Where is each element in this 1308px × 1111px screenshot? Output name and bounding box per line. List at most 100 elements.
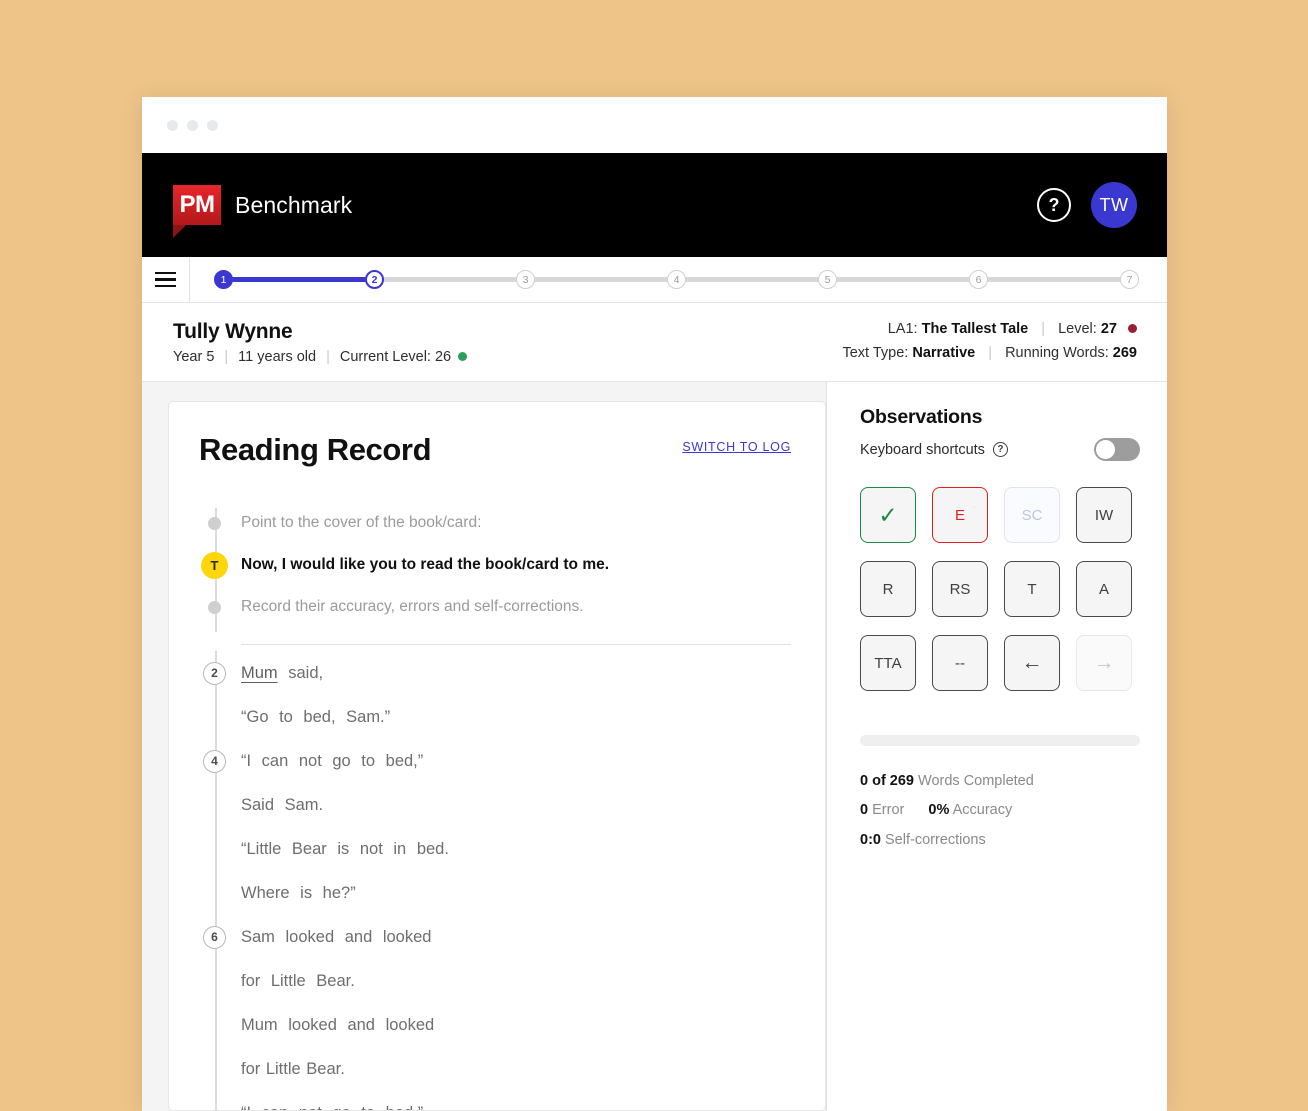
app-header: PM Benchmark ? TW: [142, 153, 1167, 257]
passage-text: Where is he?”: [241, 883, 356, 902]
pm-logo-text: PM: [179, 191, 216, 218]
reading-record-pane: Reading Record SWITCH TO LOG Point to th…: [142, 382, 827, 1111]
passage-line: “I can not go to bed,”: [241, 1091, 791, 1111]
book-info: LA1: The Tallest Tale | Level: 27 Text T…: [842, 318, 1137, 366]
switch-to-log-link[interactable]: SWITCH TO LOG: [682, 440, 791, 454]
passage-text: “Little Bear is not in bed.: [241, 839, 449, 858]
self-correction-button: SC: [1004, 487, 1060, 543]
session-stats: 0 of 269 Words Completed 0 Error 0% Accu…: [860, 767, 1140, 855]
progress-stepper-bar: 1 2 3 4 5 6 7: [142, 257, 1167, 303]
accuracy-value: 0%: [928, 802, 950, 819]
previous-word-button[interactable]: ←: [1004, 635, 1060, 691]
self-corrections-value: 0:0: [860, 831, 881, 848]
step-connector-2: [382, 277, 518, 282]
text-type-label: Text Type:: [842, 345, 909, 361]
page-number-4: 4: [203, 749, 226, 773]
reading-record-card: Reading Record SWITCH TO LOG Point to th…: [168, 401, 826, 1111]
window-chrome: [142, 97, 1167, 153]
step-connector-5: [835, 277, 971, 282]
insert-word-button[interactable]: IW: [1076, 487, 1132, 543]
instructions-timeline: Point to the cover of the book/card: T Now…: [199, 502, 791, 632]
observations-pane: Observations Keyboard shortcuts ? ✓ E SC IW…: [827, 382, 1167, 1111]
step-node-6[interactable]: 6: [969, 270, 988, 289]
window-dot-close[interactable]: [167, 119, 178, 131]
repeat-sentence-button[interactable]: RS: [932, 561, 988, 617]
instruction-text: Now, I would like you to read the book/c…: [241, 556, 610, 573]
passage-line: “Go to bed, Sam.”: [241, 695, 791, 739]
current-word[interactable]: Mum: [241, 664, 278, 682]
passage-text: “I can not go to bed,”: [241, 1104, 423, 1111]
instruction-text: Point to the cover of the book/card:: [241, 514, 482, 531]
errors-label: Error: [872, 802, 905, 819]
window-dot-maximize[interactable]: [207, 119, 218, 131]
step-node-1[interactable]: 1: [214, 270, 233, 289]
step-node-7[interactable]: 7: [1120, 270, 1139, 289]
brand-name: Benchmark: [235, 191, 353, 218]
errors-value: 0: [860, 802, 869, 819]
running-words-value: 269: [1112, 345, 1137, 361]
passage-text: Mum said,: [241, 663, 324, 682]
passage-line: 6 Sam looked and looked: [203, 915, 791, 959]
step-connector-3: [533, 277, 669, 282]
passage-text: “Go to bed, Sam.”: [241, 707, 391, 726]
student-year: Year 5: [173, 348, 215, 365]
meta-divider: |: [326, 348, 330, 365]
hamburger-icon[interactable]: [142, 257, 190, 302]
help-circle-icon[interactable]: ?: [992, 442, 1008, 457]
help-icon[interactable]: ?: [1037, 188, 1071, 222]
current-level-dot: [458, 352, 468, 361]
correct-button[interactable]: ✓: [860, 487, 916, 543]
student-info-bar: Tully Wynne Year 5 | 11 years old | Curr…: [142, 303, 1167, 382]
brand: PM Benchmark: [173, 185, 353, 238]
passage-line: 4 “I can not go to bed,”: [203, 739, 791, 783]
book-level-dot: [1128, 324, 1137, 334]
keyboard-shortcuts-row: Keyboard shortcuts ?: [860, 438, 1140, 461]
avatar[interactable]: TW: [1091, 182, 1137, 228]
repetition-button[interactable]: R: [860, 561, 916, 617]
step-connector-4: [684, 277, 820, 282]
window-dot-minimize[interactable]: [187, 119, 198, 131]
instruction-row: Point to the cover of the book/card:: [208, 502, 791, 544]
stat-errors-accuracy: 0 Error 0% Accuracy: [860, 796, 1140, 825]
step-node-5[interactable]: 5: [818, 270, 837, 289]
book-code: LA1:: [887, 321, 918, 338]
instruction-row: T Now, I would like you to read the book/…: [201, 544, 791, 586]
omission-button[interactable]: --: [932, 635, 988, 691]
keyboard-shortcuts-label: Keyboard shortcuts: [860, 441, 985, 458]
divider: [241, 644, 791, 645]
book-line-2: Text Type: Narrative | Running Words: 26…: [842, 342, 1137, 366]
running-words-label: Running Words:: [1005, 345, 1109, 361]
try-that-again-button[interactable]: TTA: [860, 635, 916, 691]
meta-divider: |: [224, 348, 229, 365]
passage-text: Said Sam.: [241, 795, 324, 814]
stat-words: 0 of 269 Words Completed: [860, 767, 1140, 796]
passage-line: Said Sam.: [241, 783, 791, 827]
passage-line: Where is he?”: [241, 871, 791, 915]
passage-line: “Little Bear is not in bed.: [241, 827, 791, 871]
passage-line: for Little Bear.: [241, 959, 791, 1003]
book-line-1: LA1: The Tallest Tale | Level: 27: [842, 318, 1137, 342]
appeal-button[interactable]: A: [1076, 561, 1132, 617]
book-level-value: 27: [1100, 321, 1117, 338]
stat-self-corrections: 0:0 Self-corrections: [860, 826, 1140, 855]
instruction-bullet-icon: [208, 516, 221, 530]
step-node-4[interactable]: 4: [667, 270, 686, 289]
meta-divider: |: [1041, 321, 1046, 338]
book-title: The Tallest Tale: [921, 321, 1029, 338]
passage-line: 2 Mum said,: [203, 651, 791, 695]
words-progress-bar: [860, 735, 1140, 746]
pm-logo-icon: PM: [173, 185, 221, 238]
error-button[interactable]: E: [932, 487, 988, 543]
step-node-2[interactable]: 2: [365, 270, 384, 289]
reading-record-header: Reading Record SWITCH TO LOG: [199, 432, 791, 468]
student-meta: Year 5 | 11 years old | Current Level: 2…: [173, 348, 468, 365]
told-button[interactable]: T: [1004, 561, 1060, 617]
step-node-3[interactable]: 3: [516, 270, 535, 289]
words-completed-value: 0 of 269: [860, 773, 914, 789]
student-identity: Tully Wynne Year 5 | 11 years old | Curr…: [173, 320, 468, 365]
passage-text: Sam looked and looked: [241, 927, 432, 946]
header-actions: ? TW: [1037, 182, 1137, 228]
step-connector-1: [231, 277, 367, 282]
next-word-button: →: [1076, 635, 1132, 691]
keyboard-shortcuts-toggle[interactable]: [1094, 438, 1140, 461]
